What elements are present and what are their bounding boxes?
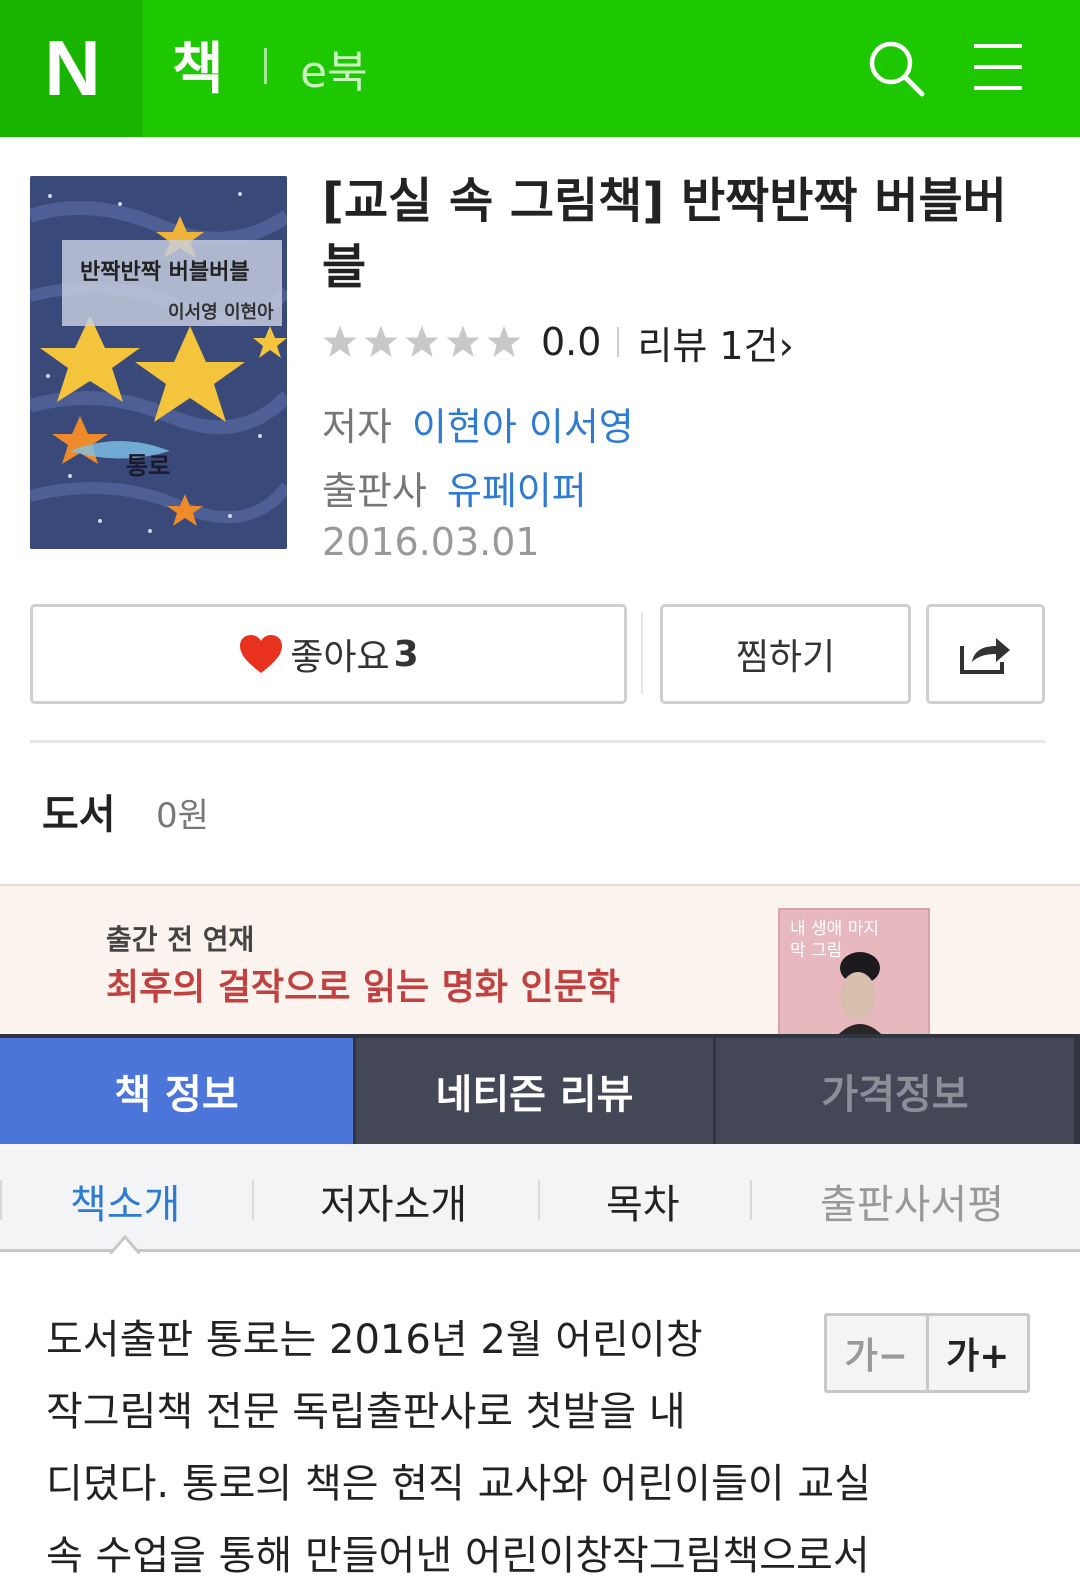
star-icon xyxy=(364,325,398,357)
banner-headline: 최후의 걸작으로 읽는 명화 인문학 xyxy=(106,967,620,1008)
subtab-divider xyxy=(750,1180,752,1220)
subtab-author-intro[interactable]: 저자소개 xyxy=(320,1172,467,1230)
banner-book-image: 내 생애 마지막 그림 xyxy=(778,908,930,1036)
book-cover-image[interactable]: 반짝반짝 버블버블 이서영 이현아 통로 xyxy=(30,176,287,549)
cover-authors-text: 이서영 이현아 xyxy=(168,302,274,323)
price-type-label: 도서 xyxy=(42,792,116,838)
subtab-toc[interactable]: 목차 xyxy=(606,1172,680,1230)
promo-banner[interactable]: 출간 전 연재 최후의 걸작으로 읽는 명화 인문학 내 생애 마지막 그림 xyxy=(0,884,1080,1036)
star-icon xyxy=(487,325,521,357)
active-subtab-indicator xyxy=(110,1234,140,1254)
like-count: 3 xyxy=(393,633,419,675)
header-divider xyxy=(264,48,267,84)
font-decrease-button[interactable]: 가− xyxy=(827,1316,929,1390)
wish-button[interactable]: 찜하기 xyxy=(660,604,911,704)
heart-icon xyxy=(240,635,283,673)
font-increase-button[interactable]: 가+ xyxy=(929,1316,1028,1390)
header-subtitle-ebook[interactable]: e북 xyxy=(300,36,368,100)
button-divider xyxy=(641,612,643,694)
naver-logo-letter: N xyxy=(44,24,100,112)
cover-title-text: 반짝반짝 버블버블 xyxy=(80,260,250,285)
book-title: [교실 속 그림책] 반짝반짝 버블버블 xyxy=(322,173,1007,295)
publisher-link[interactable]: 유페이퍼 xyxy=(447,469,587,513)
menu-icon[interactable] xyxy=(972,42,1024,92)
publisher-row: 출판사 유페이퍼 xyxy=(322,460,587,515)
star-icon xyxy=(405,325,439,357)
subtab-publisher-review[interactable]: 출판사서평 xyxy=(820,1172,1004,1230)
tab-netizen-review[interactable]: 네티즌 리뷰 xyxy=(356,1038,716,1144)
author-row: 저자 이현아 이서영 xyxy=(322,396,634,451)
tab-book-info[interactable]: 책 정보 xyxy=(0,1038,356,1144)
review-count-link[interactable]: 리뷰 1건› xyxy=(637,315,793,370)
subtab-divider xyxy=(252,1180,254,1220)
publisher-label: 출판사 xyxy=(322,469,427,513)
book-cover-art xyxy=(30,176,287,549)
subtab-divider xyxy=(0,1180,2,1220)
header-title-book[interactable]: 책 xyxy=(172,24,224,105)
subtab-book-intro[interactable]: 책소개 xyxy=(70,1172,180,1230)
cover-publisher-text: 통로 xyxy=(126,452,171,480)
section-divider xyxy=(30,740,1045,743)
author-label: 저자 xyxy=(322,405,392,449)
star-icon xyxy=(323,325,357,357)
top-header: N 책 e북 xyxy=(0,0,1080,137)
author-link[interactable]: 이현아 이서영 xyxy=(412,405,634,449)
banner-small-text: 출간 전 연재 xyxy=(106,923,255,956)
intro-line: 디뎠다. 통로의 책은 현직 교사와 어린이들이 교실 xyxy=(46,1461,872,1507)
like-label: 좋아요 xyxy=(290,637,390,678)
search-icon[interactable] xyxy=(866,38,926,98)
main-tabs: 책 정보 네티즌 리뷰 가격정보 xyxy=(0,1034,1080,1144)
share-button[interactable] xyxy=(926,604,1045,704)
rating-row[interactable]: 0.0 리뷰 1건› xyxy=(322,318,794,368)
naver-logo[interactable]: N xyxy=(0,0,143,137)
banner-portrait-art xyxy=(839,952,881,1034)
font-size-control: 가− 가+ xyxy=(824,1313,1030,1393)
rating-score: 0.0 xyxy=(541,320,602,364)
star-icon xyxy=(446,325,480,357)
rating-divider xyxy=(617,327,620,357)
share-icon xyxy=(959,638,1010,674)
like-button[interactable]: 좋아요 3 xyxy=(30,604,627,704)
tab-price-info[interactable]: 가격정보 xyxy=(716,1038,1074,1144)
price-value: 0원 xyxy=(156,796,209,836)
publish-date: 2016.03.01 xyxy=(322,520,540,564)
intro-line: 속 수업을 통해 만들어낸 어린이창작그림책으로서 xyxy=(46,1533,870,1576)
sub-tabs: 책소개 저자소개 목차 출판사서평 xyxy=(0,1144,1080,1252)
subtab-divider xyxy=(538,1180,540,1220)
